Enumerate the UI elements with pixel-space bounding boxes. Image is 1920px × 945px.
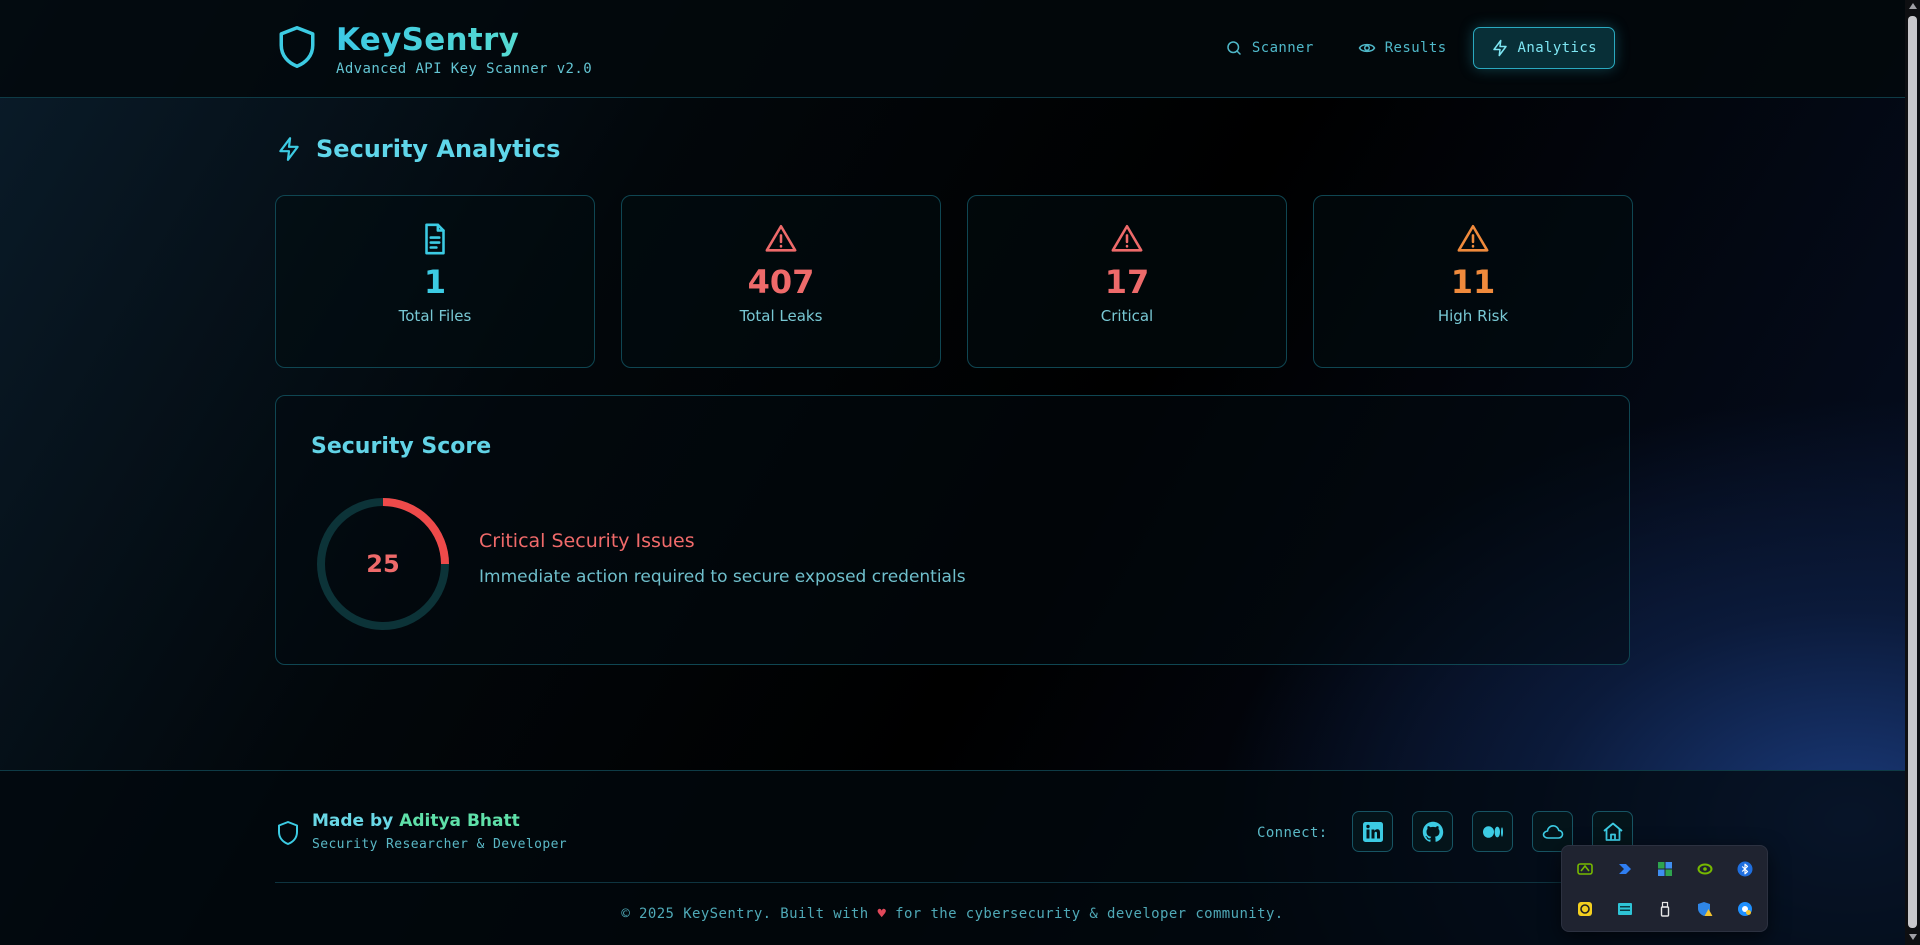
security-score-value: 25: [366, 550, 400, 578]
copyright-prefix: © 2025 KeySentry. Built with: [621, 906, 869, 922]
nvidia-broadcast-icon: [1577, 863, 1593, 875]
tray-item[interactable]: [1685, 889, 1725, 929]
nav-scanner-label: Scanner: [1251, 40, 1314, 56]
stat-card-high-risk: 11 High Risk: [1313, 195, 1633, 368]
nav-scanner-button[interactable]: Scanner: [1207, 27, 1332, 69]
bluetooth-icon: [1737, 861, 1753, 877]
scrollbar-thumb[interactable]: [1908, 16, 1917, 928]
stat-label: Critical: [1100, 307, 1154, 325]
tray-item[interactable]: [1645, 889, 1685, 929]
cloud-icon: [1542, 824, 1563, 839]
tray-item[interactable]: [1605, 889, 1645, 929]
tray-item[interactable]: [1725, 889, 1765, 929]
medium-icon: [1482, 825, 1503, 838]
power-automate-icon: [1619, 864, 1631, 874]
tray-item[interactable]: [1605, 849, 1645, 889]
github-icon: [1422, 821, 1443, 842]
stat-value: 1: [423, 263, 447, 301]
stat-value: 407: [747, 263, 815, 301]
medium-link[interactable]: [1472, 811, 1513, 852]
nav-analytics-button[interactable]: Analytics: [1472, 27, 1615, 69]
stat-value: 11: [1450, 263, 1496, 301]
score-status: Critical Security Issues: [479, 530, 695, 552]
nav-results-button[interactable]: Results: [1340, 27, 1465, 69]
stat-card-total-files: 1 Total Files: [275, 195, 595, 368]
security-warning-icon: [1698, 902, 1713, 916]
linkedin-link[interactable]: [1352, 811, 1393, 852]
nav-analytics-label: Analytics: [1517, 40, 1597, 56]
score-description: Immediate action required to secure expo…: [479, 567, 966, 587]
github-link[interactable]: [1412, 811, 1453, 852]
warning-triangle-icon: [1111, 224, 1143, 252]
made-by: Made by Aditya Bhatt Security Researcher…: [276, 811, 567, 852]
security-score-panel: Security Score 25 Critical Security Issu…: [275, 395, 1630, 665]
tray-item[interactable]: [1565, 889, 1605, 929]
tray-item[interactable]: [1645, 849, 1685, 889]
brand[interactable]: KeySentry Advanced API Key Scanner v2.0: [276, 22, 592, 77]
shield-icon: [278, 821, 298, 845]
warning-triangle-icon: [765, 224, 797, 252]
eye-icon: [1358, 43, 1376, 53]
scroll-up-arrow-icon[interactable]: [1909, 3, 1917, 9]
connect-label: Connect:: [1257, 825, 1328, 841]
app-grid-icon: [1658, 862, 1672, 876]
footer-divider: [275, 882, 1630, 883]
linkedin-icon: [1362, 821, 1383, 842]
tray-item[interactable]: [1725, 849, 1765, 889]
tray-item[interactable]: [1565, 849, 1605, 889]
home-icon: [1602, 822, 1623, 841]
made-by-line: Made by Aditya Bhatt: [312, 811, 567, 831]
system-tray-overflow: [1561, 845, 1768, 932]
network-app-icon: [1738, 902, 1752, 916]
shield-logo-icon: [279, 26, 315, 68]
section-header: Security Analytics: [276, 135, 560, 163]
app-title: KeySentry: [336, 22, 592, 58]
stat-label: Total Files: [398, 307, 472, 325]
stat-card-critical: 17 Critical: [967, 195, 1287, 368]
app-header: KeySentry Advanced API Key Scanner v2.0 …: [0, 0, 1905, 98]
stat-cards: 1 Total Files 407 Total Leaks 17 Critica…: [275, 195, 1633, 368]
tray-item[interactable]: [1685, 849, 1725, 889]
main-nav: Scanner Results Analytics: [1207, 27, 1615, 69]
author-role: Security Researcher & Developer: [312, 837, 568, 852]
display-app-icon: [1618, 903, 1632, 915]
stat-label: High Risk: [1437, 307, 1509, 325]
security-score-title: Security Score: [311, 434, 492, 459]
copyright-suffix: for the cybersecurity & developer commun…: [895, 906, 1284, 922]
lightning-icon: [1492, 39, 1507, 57]
app-subtitle: Advanced API Key Scanner v2.0: [336, 61, 593, 77]
search-icon: [1227, 41, 1241, 55]
file-text-icon: [425, 223, 445, 255]
author-name[interactable]: Aditya Bhatt: [399, 811, 520, 831]
heart-icon: ♥: [877, 906, 887, 922]
warning-triangle-icon: [1457, 224, 1489, 252]
scroll-down-arrow-icon[interactable]: [1909, 934, 1917, 940]
nvidia-icon: [1697, 863, 1713, 875]
usb-drive-icon: [1660, 901, 1670, 917]
page-title: Security Analytics: [316, 135, 561, 163]
stat-label: Total Leaks: [739, 307, 823, 325]
stat-card-total-leaks: 407 Total Leaks: [621, 195, 941, 368]
nav-results-label: Results: [1384, 40, 1447, 56]
yellow-app-icon: [1578, 902, 1592, 916]
lightning-icon: [279, 137, 299, 161]
stat-value: 17: [1104, 263, 1150, 301]
made-by-prefix: Made by: [312, 811, 394, 831]
